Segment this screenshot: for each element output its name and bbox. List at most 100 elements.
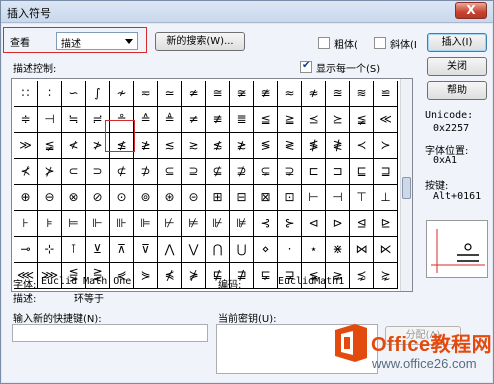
symbol-cell[interactable]: ≱ xyxy=(134,133,158,159)
symbol-cell[interactable]: ≹ xyxy=(326,133,350,159)
symbol-cell[interactable]: ⋄ xyxy=(254,237,278,263)
symbol-cell[interactable]: ⊐ xyxy=(326,159,350,185)
symbol-cell[interactable]: ⪰ xyxy=(326,107,350,133)
symbol-cell[interactable]: ≑ xyxy=(14,107,38,133)
symbol-cell[interactable]: ⊞ xyxy=(206,185,230,211)
symbol-cell[interactable]: ≙ xyxy=(134,107,158,133)
symbol-cell[interactable]: ⊯ xyxy=(230,211,254,237)
symbol-cell[interactable]: ⊴ xyxy=(350,211,374,237)
bold-checkbox[interactable] xyxy=(318,37,330,49)
symbol-cell[interactable]: ⊫ xyxy=(134,211,158,237)
symbol-cell[interactable]: ≢ xyxy=(206,107,230,133)
symbol-cell[interactable]: ⋠ xyxy=(158,263,182,289)
symbol-cell[interactable]: ⊁ xyxy=(38,159,62,185)
symbol-cell[interactable]: ⋨ xyxy=(350,263,374,289)
symbol-cell[interactable]: ⊧ xyxy=(38,211,62,237)
symbol-cell[interactable]: ≧ xyxy=(278,107,302,133)
symbol-cell[interactable]: ≁ xyxy=(110,81,134,107)
italic-checkbox[interactable] xyxy=(374,37,386,49)
symbol-cell[interactable]: ⊣ xyxy=(38,107,62,133)
symbol-cell[interactable]: ⊇ xyxy=(182,159,206,185)
symbol-cell[interactable]: ≨ xyxy=(38,133,62,159)
symbol-cell[interactable]: ⊉ xyxy=(230,159,254,185)
symbol-cell[interactable]: ⊱ xyxy=(278,211,302,237)
help-button[interactable]: 帮助 xyxy=(427,81,487,100)
symbol-cell[interactable]: ⊩ xyxy=(86,211,110,237)
symbol-cell[interactable]: ⊘ xyxy=(86,185,110,211)
symbol-cell[interactable]: ≺ xyxy=(350,133,374,159)
symbol-cell[interactable]: ≴ xyxy=(206,133,230,159)
symbol-cell[interactable]: ⊝ xyxy=(182,185,206,211)
symbol-cell[interactable]: ⊈ xyxy=(206,159,230,185)
symbol-cell[interactable]: ⊛ xyxy=(158,185,182,211)
symbol-cell[interactable]: ∫ xyxy=(86,81,110,107)
symbol-cell[interactable]: ≫ xyxy=(14,133,38,159)
symbol-cell[interactable]: ≪ xyxy=(374,107,398,133)
insert-button[interactable]: 插入(I) xyxy=(427,33,487,52)
symbol-cell[interactable]: ⊄ xyxy=(110,159,134,185)
symbol-cell[interactable]: ∽ xyxy=(62,81,86,107)
symbol-cell[interactable]: ⊚ xyxy=(134,185,158,211)
symbol-cell[interactable]: ⋩ xyxy=(374,263,398,289)
symbol-cell[interactable]: ⋉ xyxy=(374,237,398,263)
symbol-cell[interactable]: ⊽ xyxy=(134,237,158,263)
symbol-cell[interactable]: ≇ xyxy=(254,81,278,107)
symbol-cell[interactable]: ⊸ xyxy=(14,237,38,263)
symbol-cell[interactable]: ⋃ xyxy=(230,237,254,263)
view-select[interactable]: 描述 xyxy=(56,32,138,50)
symbol-cell[interactable]: ⊬ xyxy=(158,211,182,237)
symbol-cell[interactable]: ⋀ xyxy=(158,237,182,263)
symbol-cell[interactable]: ⊋ xyxy=(278,159,302,185)
symbol-cell[interactable]: ⊰ xyxy=(254,211,278,237)
symbol-cell[interactable]: ≄ xyxy=(182,81,206,107)
symbol-cell[interactable]: ⊃ xyxy=(86,159,110,185)
symbol-cell[interactable]: ≉ xyxy=(302,81,326,107)
close-window-button[interactable]: X xyxy=(455,2,487,19)
symbol-cell[interactable]: ≂ xyxy=(134,81,158,107)
symbol-cell[interactable]: ⋁ xyxy=(182,237,206,263)
symbol-cell[interactable]: ⊳ xyxy=(326,211,350,237)
symbol-cell[interactable]: ⋂ xyxy=(206,237,230,263)
symbol-cell[interactable]: ⊕ xyxy=(14,185,38,211)
symbol-cell[interactable]: ⊗ xyxy=(62,185,86,211)
symbol-cell[interactable]: ⊂ xyxy=(62,159,86,185)
symbol-cell[interactable]: ⊣ xyxy=(326,185,350,211)
symbol-cell[interactable]: ≵ xyxy=(230,133,254,159)
symbol-cell[interactable]: ≅ xyxy=(206,81,230,107)
symbol-cell[interactable]: ⊪ xyxy=(110,211,134,237)
symbol-cell[interactable]: ⪯ xyxy=(302,107,326,133)
symbol-cell[interactable]: ⋡ xyxy=(182,263,206,289)
symbol-cell[interactable]: ≦ xyxy=(254,107,278,133)
new-shortcut-input[interactable] xyxy=(12,324,208,342)
symbol-cell[interactable]: ⋆ xyxy=(302,237,326,263)
symbol-cell[interactable]: ≜ xyxy=(158,107,182,133)
symbol-cell[interactable]: ⊖ xyxy=(38,185,62,211)
symbol-cell[interactable]: ⊨ xyxy=(62,211,86,237)
symbol-cell[interactable]: ⊒ xyxy=(374,159,398,185)
symbol-cell[interactable]: ⊟ xyxy=(230,185,254,211)
symbol-cell[interactable]: ≋ xyxy=(350,81,374,107)
symbol-cell[interactable]: ≌ xyxy=(374,81,398,107)
grid-scrollbar[interactable] xyxy=(400,79,412,291)
symbol-cell[interactable]: ≳ xyxy=(182,133,206,159)
symbol-cell[interactable]: ⊙ xyxy=(110,185,134,211)
symbol-cell[interactable]: ⊤ xyxy=(350,185,374,211)
symbol-cell[interactable]: ⋇ xyxy=(326,237,350,263)
symbol-cell[interactable]: ⊦ xyxy=(14,211,38,237)
symbol-cell[interactable]: ≊ xyxy=(326,81,350,107)
symbol-cell[interactable]: ≷ xyxy=(278,133,302,159)
symbol-cell[interactable]: ⊹ xyxy=(38,237,62,263)
symbol-cell[interactable]: ⋅ xyxy=(278,237,302,263)
symbol-cell[interactable]: ≠ xyxy=(182,107,206,133)
symbol-cell[interactable]: ⊆ xyxy=(158,159,182,185)
scroll-thumb[interactable] xyxy=(402,177,411,199)
show-each-checkbox[interactable] xyxy=(300,60,312,73)
symbol-cell[interactable]: ≲ xyxy=(158,133,182,159)
symbol-cell[interactable]: ⊅ xyxy=(134,159,158,185)
new-search-button[interactable]: 新的搜索(W)... xyxy=(155,32,245,51)
symbol-cell[interactable]: ∷ xyxy=(14,81,38,107)
symbol-cell[interactable]: ⊼ xyxy=(110,237,134,263)
symbol-cell[interactable]: ≆ xyxy=(230,81,254,107)
symbol-cell[interactable]: ⊥ xyxy=(374,185,398,211)
symbol-cell[interactable]: ≸ xyxy=(302,133,326,159)
